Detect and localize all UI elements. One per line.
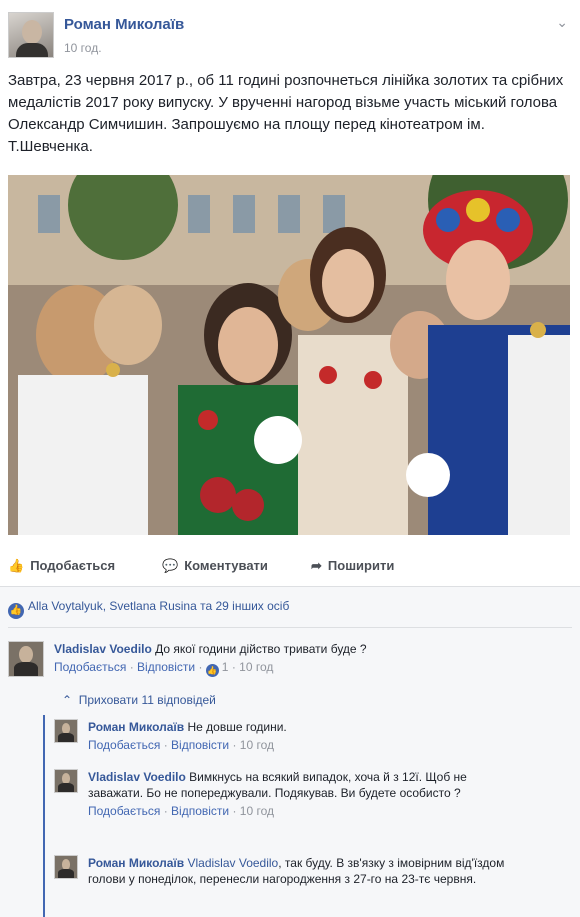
hide-replies-button[interactable]: ⌃ Приховати 11 відповідей: [62, 693, 216, 707]
share-button[interactable]: ➦ Поширити: [311, 558, 394, 574]
reply-item: Роман Миколаїв Не довше години. Подобаєт…: [54, 719, 572, 759]
photo-illustration: [8, 175, 570, 535]
reply-meta: Подобається · Відповісти · 10 год: [88, 804, 275, 818]
reply-time[interactable]: 10 год: [240, 738, 274, 752]
reply-author[interactable]: Роман Миколаїв: [88, 856, 184, 870]
reply-author[interactable]: Роман Миколаїв: [88, 720, 184, 734]
avatar[interactable]: [54, 769, 78, 793]
reply-time[interactable]: 10 год: [240, 804, 274, 818]
avatar[interactable]: [54, 855, 78, 879]
comment-like-link[interactable]: Подобається: [54, 660, 126, 674]
like-reaction-icon: 👍: [8, 603, 24, 619]
post-photo[interactable]: [8, 175, 570, 535]
reply-like-link[interactable]: Подобається: [88, 738, 160, 752]
like-count-icon: 👍: [205, 664, 219, 677]
chevron-down-icon[interactable]: ⌄: [556, 14, 568, 31]
share-arrow-icon: ➦: [311, 558, 322, 573]
like-count[interactable]: 1: [222, 660, 229, 674]
thumbs-up-icon: 👍: [8, 558, 25, 573]
reactions-text: Alla Voytalyuk, Svetlana Rusina та 29 ін…: [28, 599, 290, 613]
comment-author[interactable]: Vladislav Voedilo: [54, 642, 152, 656]
reply-thread-rail: [43, 715, 45, 917]
reply-text: Не довше години.: [187, 720, 287, 734]
reply-meta: Подобається · Відповісти · 10 год: [88, 738, 275, 752]
reply-author[interactable]: Vladislav Voedilo: [88, 770, 186, 784]
reply-item: Vladislav Voedilo Вимкнусь на всякий вип…: [54, 769, 572, 845]
avatar[interactable]: [54, 719, 78, 743]
post-time[interactable]: 10 год.: [64, 41, 102, 55]
comment-meta: Подобається · Відповісти · 👍 1 · 10 год: [54, 660, 274, 677]
reply-reply-link[interactable]: Відповісти: [171, 738, 229, 752]
reply-mention[interactable]: Vladislav Voedilo: [188, 856, 279, 870]
post-text: Завтра, 23 червня 2017 р., об 11 годині …: [8, 72, 564, 155]
comment-text: До якої години дійство тривати буде ?: [155, 642, 367, 656]
reply-reply-link[interactable]: Відповісти: [171, 804, 229, 818]
comment-time[interactable]: 10 год: [239, 660, 273, 674]
hide-replies-label: Приховати 11 відповідей: [78, 693, 216, 707]
reply-like-link[interactable]: Подобається: [88, 804, 160, 818]
like-button[interactable]: 👍 Подобається: [8, 558, 115, 574]
speech-bubble-icon: 💬: [162, 558, 179, 573]
chevron-up-icon: ⌃: [62, 693, 73, 707]
like-label: Подобається: [30, 558, 116, 573]
comments-section: 👍 Alla Voytalyuk, Svetlana Rusina та 29 і…: [0, 587, 580, 917]
reply-item: Роман Миколаїв Vladislav Voedilo, так бу…: [54, 855, 572, 915]
comment-label: Коментувати: [184, 558, 268, 573]
post-author[interactable]: Роман Миколаїв: [64, 16, 184, 33]
comments-separator: [8, 627, 572, 628]
post-header: Роман Миколаїв 10 год. ⌄: [8, 12, 572, 62]
author-avatar[interactable]: [8, 12, 54, 58]
reactions-summary[interactable]: 👍 Alla Voytalyuk, Svetlana Rusina та 29 і…: [8, 599, 289, 619]
post-actions: 👍 Подобається 💬 Коментувати ➦ Поширити: [0, 548, 580, 586]
share-label: Поширити: [327, 558, 395, 573]
avatar[interactable]: [8, 641, 44, 677]
comment-button[interactable]: 💬 Коментувати: [162, 558, 268, 574]
comment-item: Vladislav Voedilo До якої години дійство…: [8, 641, 572, 685]
comment-reply-link[interactable]: Відповісти: [137, 660, 195, 674]
